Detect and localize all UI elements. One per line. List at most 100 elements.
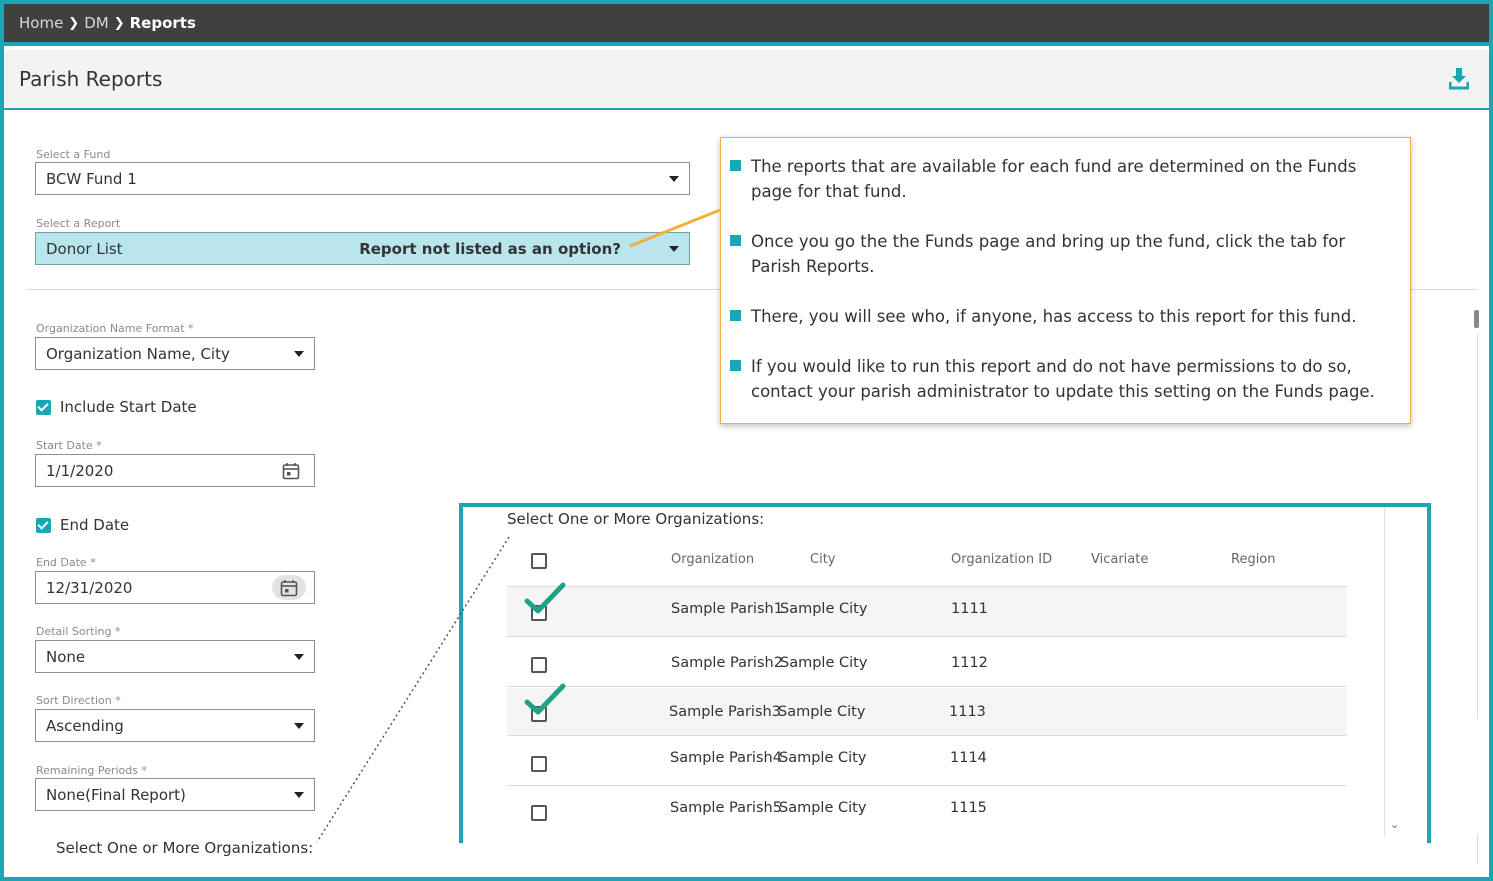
chevron-right-icon: ❯ [113,15,125,31]
calendar-icon[interactable] [282,462,300,480]
table-scrollbar[interactable]: ⌄ [1384,507,1403,837]
report-select[interactable]: Donor List Report not listed as an optio… [35,232,690,265]
checkmark-icon [524,582,566,614]
cell-organization: Sample Parish1 [671,601,783,617]
page-title: Parish Reports [19,67,163,91]
bullet-icon [730,160,741,171]
table-row[interactable]: Sample Parish2 Sample City 1112 [507,638,1347,687]
include-start-date-checkbox[interactable]: Include Start Date [36,398,197,416]
cell-organization: Sample Parish4 [670,750,782,766]
bullet-icon [730,360,741,371]
checkmark-icon [524,683,566,715]
callout-text: There, you will see who, if anyone, has … [751,307,1357,326]
detail-sorting-label: Detail Sorting * [36,625,121,638]
caret-down-icon [669,176,679,182]
cell-city: Sample City [779,750,867,766]
table-row[interactable]: Sample Parish5 Sample City 1115 [507,787,1347,836]
detail-sorting-select[interactable]: None [35,640,315,673]
breadcrumb: Home ❯ DM ❯ Reports [4,4,1489,46]
report-annotation: Report not listed as an option? [359,240,621,258]
fund-select-value: BCW Fund 1 [46,169,137,188]
cell-city: Sample City [780,655,868,671]
row-checkbox[interactable] [531,657,547,673]
cell-organization-id: 1112 [951,655,988,671]
sort-direction-select[interactable]: Ascending [35,709,315,742]
caret-down-icon [669,246,679,252]
column-header-organization[interactable]: Organization [671,552,754,567]
cell-organization: Sample Parish3 [669,704,781,720]
cell-organization-id: 1115 [950,800,987,816]
start-date-label: Start Date * [36,439,102,452]
organizations-panel-title: Select One or More Organizations: [507,510,765,528]
checkbox-checked-icon[interactable] [36,517,51,533]
end-date-checkbox[interactable]: End Date [36,516,129,534]
checkbox-checked-icon[interactable] [36,399,51,415]
page-scrollbar-track[interactable] [1477,834,1478,864]
page-scrollbar-track[interactable] [1477,334,1478,719]
cell-organization: Sample Parish2 [671,655,783,671]
chevron-right-icon: ❯ [68,15,80,31]
fund-select[interactable]: BCW Fund 1 [35,162,690,195]
org-name-format-select[interactable]: Organization Name, City [35,337,315,370]
table-row[interactable]: Sample Parish4 Sample City 1114 [507,737,1347,786]
caret-down-icon [294,723,304,729]
page-header: Parish Reports [4,50,1489,110]
caret-down-icon [294,351,304,357]
bullet-icon [730,310,741,321]
bullet-icon [730,235,741,246]
include-start-date-label: Include Start Date [60,398,197,416]
callout-text: Once you go the the Funds page and bring… [751,232,1346,276]
column-header-vicariate[interactable]: Vicariate [1091,552,1148,567]
report-label: Select a Report [36,217,121,230]
end-date-input[interactable]: 12/31/2020 [35,571,315,604]
calendar-icon [280,579,298,596]
start-date-input[interactable]: 1/1/2020 [35,454,315,487]
detail-sorting-value: None [46,647,86,666]
fund-label: Select a Fund [36,148,111,161]
sort-direction-value: Ascending [46,716,124,735]
remaining-periods-select[interactable]: None(Final Report) [35,778,315,811]
org-name-format-value: Organization Name, City [46,344,230,363]
start-date-value: 1/1/2020 [46,461,114,480]
cell-city: Sample City [780,601,868,617]
callout-item: Once you go the the Funds page and bring… [730,229,1396,279]
column-header-organization-id[interactable]: Organization ID [951,552,1052,567]
help-callout: The reports that are available for each … [720,137,1411,424]
callout-item: If you would like to run this report and… [730,354,1396,404]
cell-organization-id: 1113 [949,704,986,720]
column-header-region[interactable]: Region [1231,552,1276,567]
cell-organization: Sample Parish5 [670,800,782,816]
column-header-city[interactable]: City [810,552,835,567]
report-select-value: Donor List [46,239,123,258]
cell-city: Sample City [778,704,866,720]
caret-down-icon [294,792,304,798]
calendar-button[interactable] [272,575,306,600]
callout-text: The reports that are available for each … [751,157,1357,201]
download-icon[interactable] [1449,68,1469,90]
chevron-down-icon[interactable]: ⌄ [1390,818,1399,831]
callout-item: The reports that are available for each … [730,154,1396,204]
caret-down-icon [294,654,304,660]
select-all-checkbox[interactable] [531,553,547,569]
organizations-panel: Select One or More Organizations: Organi… [459,503,1431,843]
callout-item: There, you will see who, if anyone, has … [730,304,1396,329]
callout-text: If you would like to run this report and… [751,357,1375,401]
remaining-periods-label: Remaining Periods * [36,764,147,777]
breadcrumb-home[interactable]: Home [19,14,63,32]
breadcrumb-dm[interactable]: DM [84,14,109,32]
row-checkbox[interactable] [531,756,547,772]
table-row[interactable]: Sample Parish3 Sample City 1113 [507,683,1347,736]
row-checkbox[interactable] [531,805,547,821]
page-scrollbar-thumb[interactable] [1474,310,1479,328]
table-header: Organization City Organization ID Vicari… [507,537,1347,587]
app-frame: Home ❯ DM ❯ Reports Parish Reports Selec… [0,0,1493,881]
cell-organization-id: 1114 [950,750,987,766]
cell-organization-id: 1111 [951,601,988,617]
end-date-toggle-label: End Date [60,516,130,534]
breadcrumb-current: Reports [129,14,196,32]
end-date-label: End Date * [36,556,96,569]
organizations-label: Select One or More Organizations: [56,839,314,857]
remaining-periods-value: None(Final Report) [46,785,186,804]
table-row[interactable]: Sample Parish1 Sample City 1111 [507,582,1347,637]
org-name-format-label: Organization Name Format * [36,322,194,335]
